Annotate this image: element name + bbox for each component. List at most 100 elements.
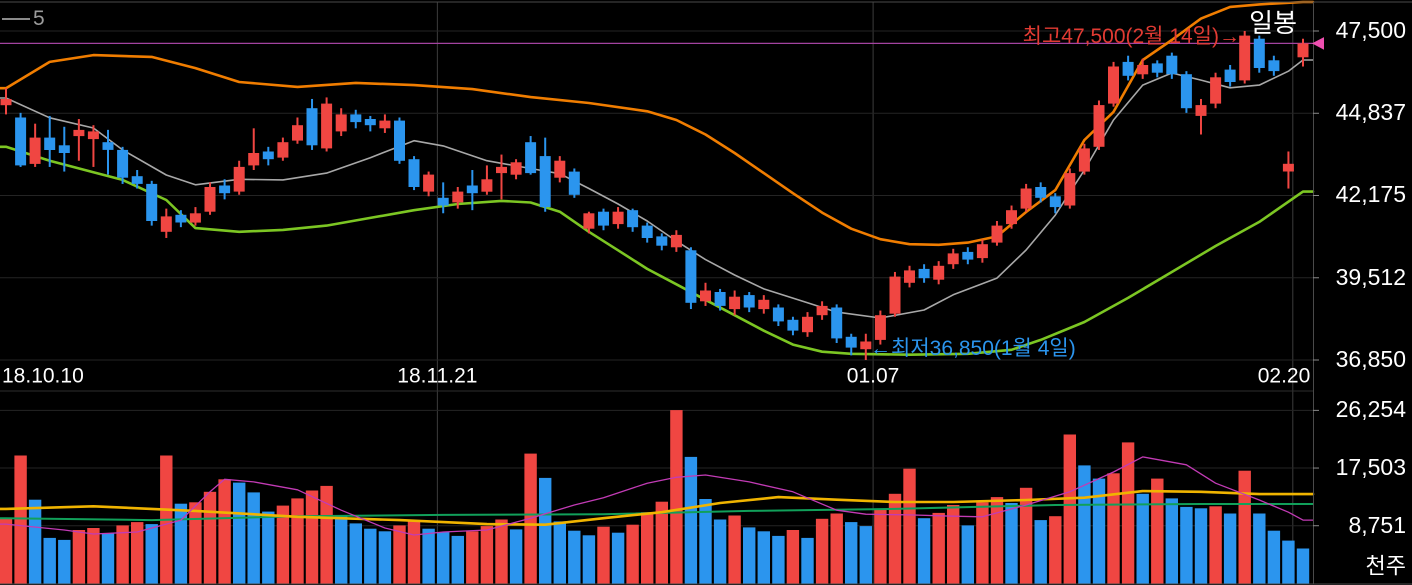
volume-bar [1151,479,1163,584]
volume-bar [1005,503,1017,584]
volume-bar [933,513,945,584]
candle [59,145,70,153]
volume-bar [554,521,566,584]
volume-bar [1064,435,1076,585]
volume-bar [772,536,784,584]
volume-bar [364,529,376,584]
volume-bar [568,531,580,584]
date-label: 02.20 [1258,366,1311,387]
candle [190,213,201,222]
volume-unit-label: 천주 [1318,556,1406,578]
candle [831,308,842,339]
candle [540,156,551,207]
volume-bar [1122,442,1134,584]
volume-bar [408,520,420,584]
candle [1064,173,1075,205]
candle [1094,105,1105,147]
volume-bar [481,526,493,584]
volume-bar [116,525,128,584]
volume-bar [1035,520,1047,584]
candle [15,118,26,166]
volume-bar [743,527,755,584]
candle [1152,63,1163,72]
volume-bar [1166,498,1178,584]
candle [773,308,784,322]
volume-bar [816,519,828,584]
candle [758,300,769,309]
candle [787,320,798,331]
candle [627,210,638,227]
volume-bar [437,532,449,584]
candle [1254,39,1265,68]
volume-bar [1239,471,1251,584]
candle [88,131,99,139]
price-axis-label: 47,500 [1318,19,1406,42]
candle [642,226,653,238]
volume-bar [918,518,930,584]
volume-bar [73,530,85,584]
candle [1035,187,1046,198]
volume-bar [466,531,478,584]
candle [438,198,449,206]
volume-bar [233,483,245,584]
volume-bar [1224,514,1236,585]
volume-bar [539,478,551,584]
candle [569,172,580,195]
candle [248,153,259,165]
volume-bar [291,498,303,584]
candle [1108,67,1119,104]
candle [729,297,740,309]
volume-bar [29,500,41,584]
volume-bar [1137,494,1149,584]
volume-bar [1020,488,1032,584]
candle [525,142,536,173]
candle [744,295,755,307]
volume-bar [597,527,609,584]
volume-bar [758,531,770,584]
candle [175,215,186,223]
candle [117,150,128,178]
volume-bar [422,529,434,584]
volume-bar [306,491,318,585]
candle [292,125,303,140]
low-price-annotation: ←최저36,850(1월 4일) [870,338,1076,359]
volume-bar [656,502,668,584]
candle [977,244,988,258]
volume-bar [860,526,872,584]
volume-bar [189,502,201,584]
candle [992,226,1003,243]
candle [365,119,376,125]
volume-bar [102,533,114,584]
timeframe-label[interactable]: 일봉 [1249,10,1297,36]
chart-canvas[interactable] [0,0,1412,585]
volume-bar [1253,514,1265,585]
volume-bar [320,486,332,584]
volume-bar [262,512,274,584]
candle [1137,65,1148,74]
volume-bar [874,510,886,584]
ma-legend: 5 [2,8,45,29]
candle [394,121,405,161]
candle [1239,36,1250,81]
candle [1181,74,1192,108]
volume-axis-label: 17,503 [1318,456,1406,479]
candle [409,159,420,187]
candle [423,175,434,192]
date-label: 01.07 [847,366,900,387]
candle [904,270,915,282]
candle [219,186,230,194]
candle [146,184,157,221]
candle [1225,70,1236,82]
volume-bar [801,538,813,584]
candle [103,142,114,150]
candle [962,252,973,260]
volume-bar [452,536,464,584]
candle [656,236,667,245]
candle [613,212,624,224]
volume-bar [146,524,158,584]
candle [1079,148,1090,171]
volume-bar [495,520,507,585]
candle [700,291,711,302]
volume-bar [350,523,362,584]
candle [554,161,565,178]
